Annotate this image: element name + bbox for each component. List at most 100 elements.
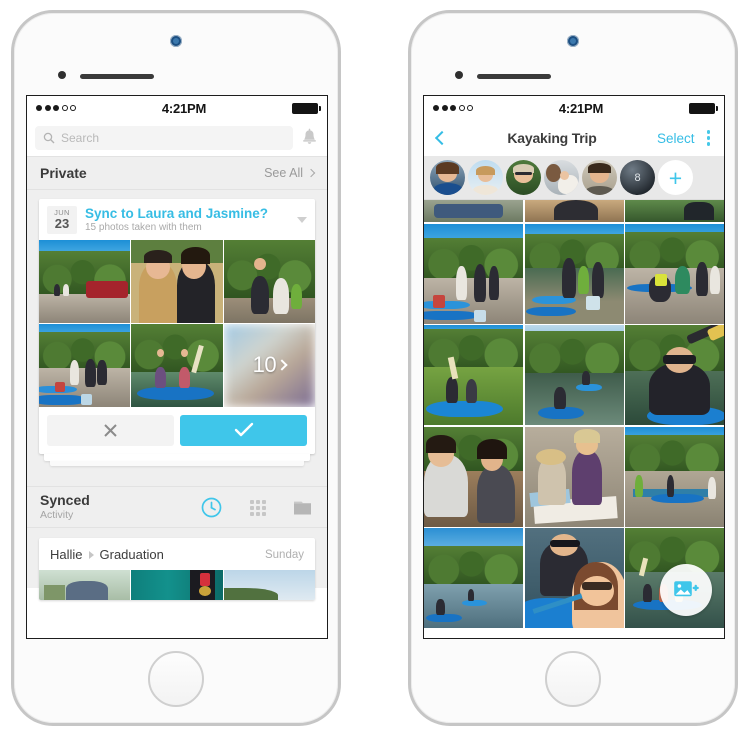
status-bar-right: 4:21PM — [424, 96, 724, 120]
activity-photo-strip — [39, 570, 315, 600]
photo-thumbnail[interactable] — [39, 239, 131, 323]
photo-thumbnail[interactable] — [39, 323, 131, 407]
date-day: 23 — [54, 216, 70, 231]
photo-thumbnail[interactable] — [223, 570, 315, 600]
earpiece-speaker — [477, 74, 551, 79]
see-all-button[interactable]: See All — [264, 166, 316, 180]
status-bar-time: 4:21PM — [558, 100, 604, 116]
photo-thumbnail[interactable] — [625, 325, 724, 425]
photo-thumbnail[interactable] — [524, 325, 624, 425]
add-photo-icon — [674, 581, 699, 597]
chevron-right-icon — [88, 550, 94, 559]
chevron-left-icon[interactable] — [434, 130, 450, 146]
proximity-sensor-icon — [455, 71, 463, 79]
photo-thumbnail[interactable] — [223, 239, 315, 323]
phone-device-left: 4:21PM Search Private See All JUN 23 Syn… — [11, 10, 341, 726]
list-item[interactable]: Hallie Graduation Sunday — [39, 538, 315, 600]
bell-icon[interactable] — [300, 128, 319, 148]
album-photo-grid — [424, 200, 724, 628]
card-stack-layer — [50, 460, 304, 466]
photo-thumbnail[interactable] — [524, 426, 624, 527]
participants-row: 8 + — [424, 156, 724, 200]
earpiece-speaker — [80, 74, 154, 79]
kebab-menu-icon[interactable] — [701, 130, 715, 146]
signal-strength-icon — [433, 105, 473, 111]
activity-item-header: Hallie Graduation Sunday — [39, 538, 315, 570]
front-camera-icon — [170, 35, 182, 47]
participants-overflow-count[interactable]: 8 — [620, 160, 655, 195]
sync-suggestion-card[interactable]: JUN 23 Sync to Laura and Jasmine? 15 pho… — [39, 199, 315, 454]
grid-icon[interactable] — [248, 498, 267, 517]
photo-thumbnail[interactable] — [524, 528, 624, 628]
search-input[interactable]: Search — [35, 126, 293, 150]
private-section-header: Private See All — [27, 156, 327, 190]
see-all-label: See All — [264, 166, 303, 180]
avatar[interactable] — [468, 160, 503, 195]
status-bar-time: 4:21PM — [161, 100, 207, 116]
page-title: Kayaking Trip — [507, 130, 597, 146]
battery-icon — [689, 102, 718, 114]
synced-section-header: Synced Activity — [27, 486, 327, 528]
photo-thumbnail[interactable] — [424, 223, 523, 324]
synced-title: Synced — [40, 492, 90, 509]
check-icon — [234, 422, 253, 437]
photo-thumbnail[interactable] — [424, 528, 523, 628]
activity-timestamp: Sunday — [264, 548, 304, 561]
close-icon — [104, 423, 117, 437]
select-button[interactable]: Select — [657, 131, 695, 146]
chevron-down-icon[interactable] — [297, 216, 307, 223]
avatar[interactable] — [582, 160, 617, 195]
album-icon[interactable] — [293, 499, 312, 516]
chevron-right-icon — [306, 168, 316, 178]
photo-thumbnail[interactable] — [625, 426, 724, 527]
status-bar-left: 4:21PM — [27, 96, 327, 120]
avatar[interactable] — [506, 160, 541, 195]
sync-card-photo-grid: 10 — [39, 239, 315, 407]
screen-right: 4:21PM Kayaking Trip Select 8 + — [423, 95, 725, 639]
add-photo-button[interactable] — [660, 564, 712, 616]
dismiss-button[interactable] — [47, 414, 174, 446]
synced-labels: Synced Activity — [40, 492, 201, 521]
screen-left: 4:21PM Search Private See All JUN 23 Syn… — [26, 95, 328, 639]
sync-card-subtitle: 15 photos taken with them — [85, 222, 202, 234]
photo-thumbnail[interactable] — [524, 200, 624, 222]
date-badge: JUN 23 — [47, 206, 77, 234]
more-photos-tile[interactable]: 10 — [223, 323, 315, 407]
activity-owner: Hallie — [50, 547, 83, 562]
add-participant-button[interactable]: + — [658, 160, 693, 195]
activity-feed: Hallie Graduation Sunday — [27, 528, 327, 600]
avatar[interactable] — [430, 160, 465, 195]
avatar[interactable] — [544, 160, 579, 195]
photo-thumbnail[interactable] — [131, 239, 223, 323]
navigation-bar: Kayaking Trip Select — [424, 120, 724, 156]
sync-card-actions — [39, 407, 315, 454]
confirm-button[interactable] — [180, 414, 307, 446]
photo-thumbnail[interactable] — [424, 200, 523, 222]
photo-thumbnail[interactable] — [524, 223, 624, 324]
photo-thumbnail[interactable] — [39, 570, 131, 600]
phone-device-right: 4:21PM Kayaking Trip Select 8 + — [408, 10, 738, 726]
proximity-sensor-icon — [58, 71, 66, 79]
view-switcher — [201, 497, 314, 518]
signal-strength-icon — [36, 105, 76, 111]
search-bar: Search — [27, 120, 327, 156]
overflow-count-label: 8 — [634, 171, 641, 184]
photo-thumbnail[interactable] — [424, 325, 523, 425]
sync-card-title: Sync to Laura and Jasmine? — [85, 206, 269, 222]
photo-thumbnail[interactable] — [424, 426, 523, 527]
clock-icon[interactable] — [201, 497, 222, 518]
home-button[interactable] — [545, 651, 601, 707]
page-title: Private — [40, 165, 87, 181]
screenshot-root: 4:21PM Search Private See All JUN 23 Syn… — [0, 0, 749, 739]
search-placeholder: Search — [61, 131, 100, 145]
photo-thumbnail[interactable] — [625, 200, 724, 222]
photo-thumbnail[interactable] — [131, 570, 223, 600]
photo-thumbnail[interactable] — [131, 323, 223, 407]
sync-card-titles: Sync to Laura and Jasmine? 15 photos tak… — [85, 206, 289, 233]
synced-subtitle: Activity — [40, 508, 74, 521]
more-photos-count: 10 — [252, 352, 277, 378]
photo-thumbnail[interactable] — [625, 223, 724, 324]
private-feed: JUN 23 Sync to Laura and Jasmine? 15 pho… — [27, 190, 327, 486]
home-button[interactable] — [148, 651, 204, 707]
front-camera-icon — [567, 35, 579, 47]
